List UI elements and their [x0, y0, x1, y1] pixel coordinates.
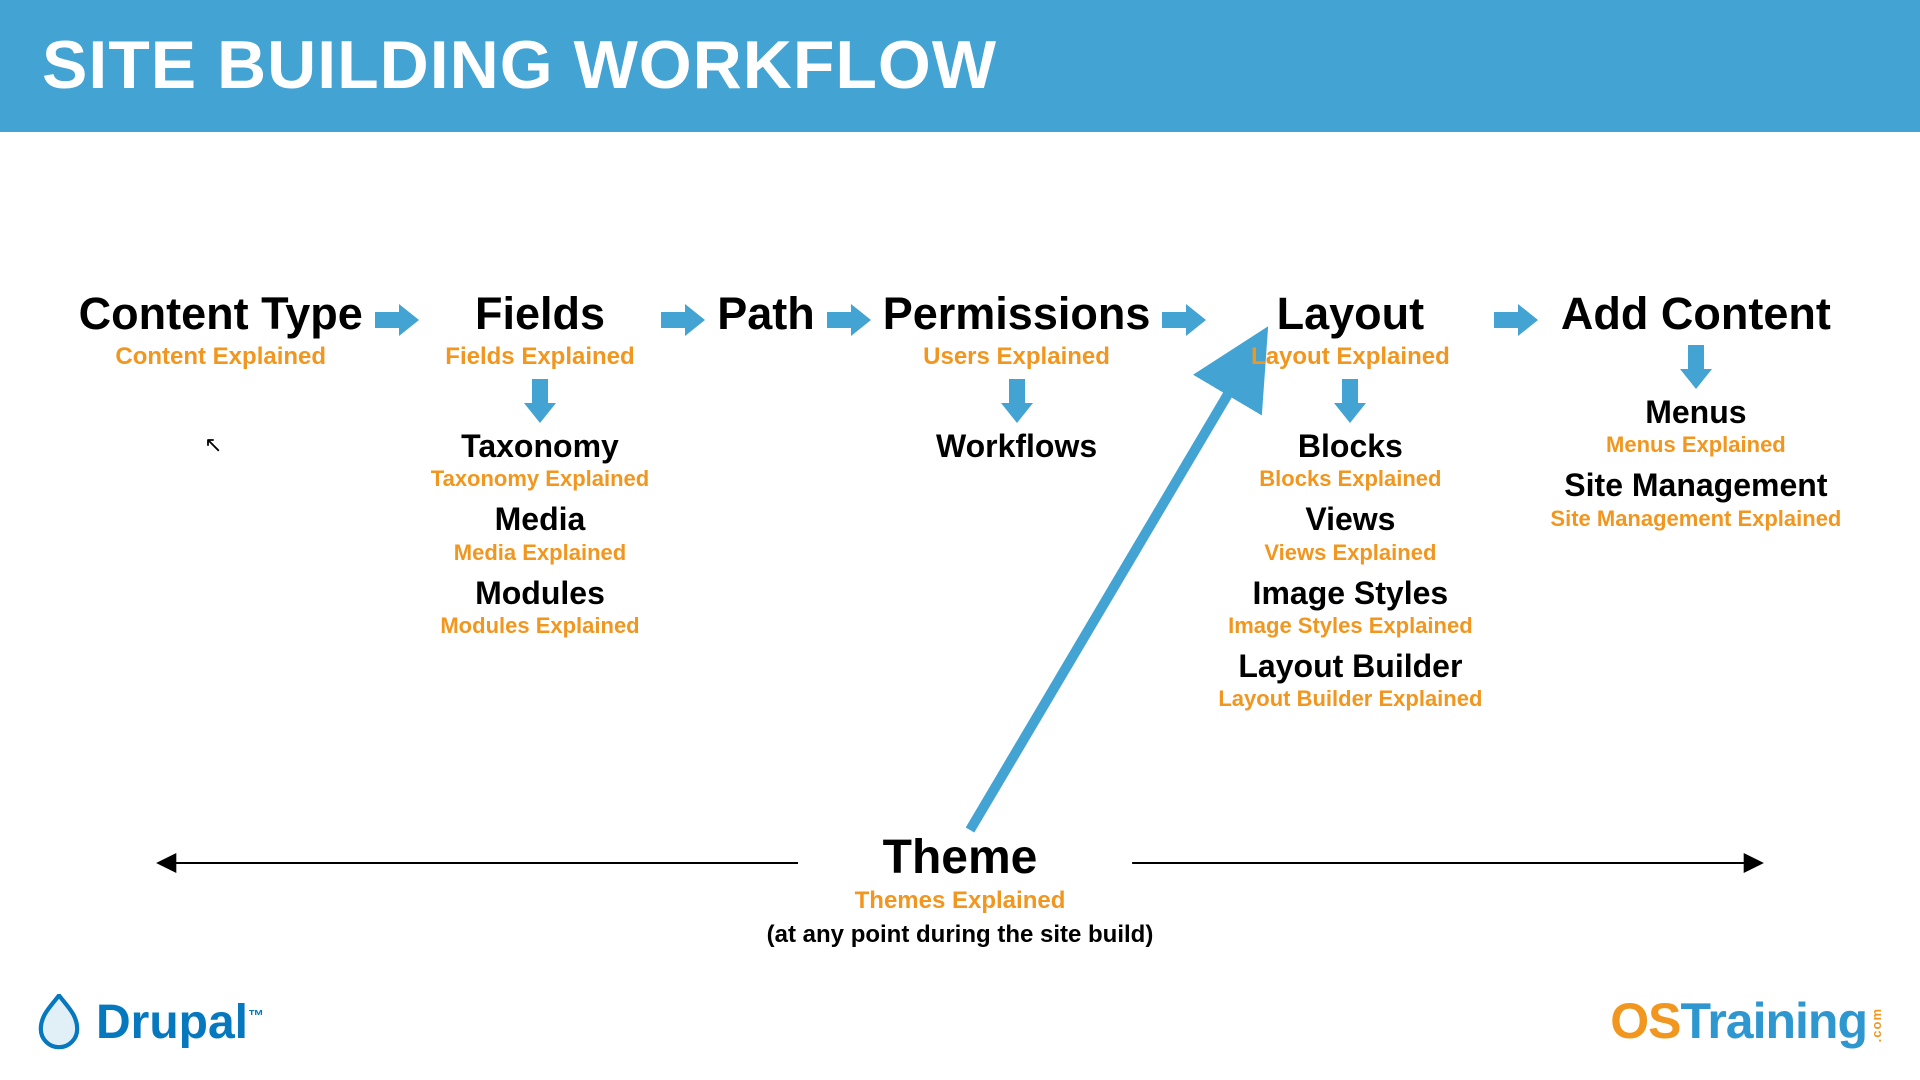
- cursor-icon: ↖: [204, 432, 222, 458]
- child-title: Views: [1264, 502, 1436, 537]
- drupal-tm: ™: [248, 1008, 264, 1025]
- child-item: Workflows: [936, 429, 1097, 464]
- workflow-step: Add Content MenusMenus Explained Site Mana…: [1550, 290, 1841, 542]
- theme-title: Theme: [0, 830, 1920, 885]
- footer: Drupal™ OSTraining.com: [0, 992, 1920, 1060]
- arrow-right-icon: [827, 304, 871, 336]
- drupal-text: Drupal: [96, 996, 248, 1049]
- child-subtitle: Views Explained: [1264, 540, 1436, 566]
- ostraining-logo: OSTraining.com: [1610, 992, 1884, 1050]
- child-title: Image Styles: [1228, 576, 1473, 611]
- child-title: Modules: [440, 576, 639, 611]
- child-item: Site Management Site Management Explained: [1550, 468, 1841, 531]
- step-children: BlocksBlocks Explained Views Views Explain…: [1218, 429, 1482, 722]
- step-subtitle: Content Explained: [115, 343, 326, 371]
- child-subtitle: Menus Explained: [1606, 432, 1786, 458]
- drupal-logo: Drupal™: [36, 994, 264, 1050]
- arrow-down-icon: [524, 379, 556, 423]
- child-item: ModulesModules Explained: [440, 576, 639, 639]
- step-children: TaxonomyTaxonomy Explained Media Media Exp…: [431, 429, 649, 649]
- workflow-step: Layout Layout Explained BlocksBlocks Expla…: [1218, 290, 1482, 722]
- step-title: Permissions: [883, 290, 1151, 337]
- step-title: Layout: [1277, 290, 1425, 337]
- child-subtitle: Modules Explained: [440, 613, 639, 639]
- child-item: Views Views Explained: [1264, 502, 1436, 565]
- child-item: Image StylesImage Styles Explained: [1228, 576, 1473, 639]
- child-title: Layout Builder: [1218, 649, 1482, 684]
- child-title: Menus: [1606, 395, 1786, 430]
- arrow-right-icon: [661, 304, 705, 336]
- workflow-step: Content Type Content Explained: [79, 290, 363, 371]
- child-subtitle: Taxonomy Explained: [431, 466, 649, 492]
- ost-os-text: OS: [1610, 993, 1680, 1049]
- child-subtitle: Media Explained: [454, 540, 626, 566]
- child-item: MenusMenus Explained: [1606, 395, 1786, 458]
- child-title: Blocks: [1259, 429, 1441, 464]
- step-children: Workflows: [936, 429, 1097, 474]
- arrow-down-icon: [1001, 379, 1033, 423]
- arrow-right-icon: [375, 304, 419, 336]
- ost-dotcom-text: .com: [1869, 1008, 1884, 1042]
- page-title: SITE BUILDING WORKFLOW: [42, 26, 1878, 104]
- child-item: Layout BuilderLayout Builder Explained: [1218, 649, 1482, 712]
- arrow-down-icon: [1680, 345, 1712, 389]
- theme-subtitle: Themes Explained: [0, 887, 1920, 915]
- arrow-down-icon: [1334, 379, 1366, 423]
- workflow-diagram: Content TypeContent ExplainedFieldsField…: [0, 290, 1920, 722]
- ost-training-text: Training: [1681, 993, 1867, 1049]
- step-title: Add Content: [1561, 290, 1831, 337]
- title-bar: SITE BUILDING WORKFLOW: [0, 0, 1920, 132]
- step-title: Content Type: [79, 290, 363, 337]
- theme-block: Theme Themes Explained (at any point dur…: [0, 830, 1920, 949]
- child-subtitle: Layout Builder Explained: [1218, 686, 1482, 712]
- arrow-right-icon: [1162, 304, 1206, 336]
- theme-note: (at any point during the site build): [0, 921, 1920, 949]
- child-item: Media Media Explained: [454, 502, 626, 565]
- step-children: MenusMenus ExplainedSite ManagementSite …: [1550, 395, 1841, 541]
- child-title: Site Management: [1550, 468, 1841, 503]
- step-title: Path: [717, 290, 815, 337]
- child-subtitle: Image Styles Explained: [1228, 613, 1473, 639]
- slide: SITE BUILDING WORKFLOW Content TypeConte…: [0, 0, 1920, 1080]
- child-title: Workflows: [936, 429, 1097, 464]
- child-title: Media: [454, 502, 626, 537]
- step-subtitle: Users Explained: [923, 343, 1110, 371]
- child-title: Taxonomy: [431, 429, 649, 464]
- drupal-drop-icon: [36, 994, 82, 1050]
- workflow-step: Permissions Users Explained Workflows: [883, 290, 1151, 474]
- child-subtitle: Blocks Explained: [1259, 466, 1441, 492]
- step-subtitle: Fields Explained: [445, 343, 634, 371]
- workflow-step: Fields Fields Explained TaxonomyTaxonomy E…: [431, 290, 649, 649]
- step-title: Fields: [475, 290, 605, 337]
- child-subtitle: Site Management Explained: [1550, 506, 1841, 532]
- arrow-right-icon: [1494, 304, 1538, 336]
- child-item: BlocksBlocks Explained: [1259, 429, 1441, 492]
- step-subtitle: Layout Explained: [1251, 343, 1450, 371]
- child-item: TaxonomyTaxonomy Explained: [431, 429, 649, 492]
- workflow-step: Path: [717, 290, 815, 337]
